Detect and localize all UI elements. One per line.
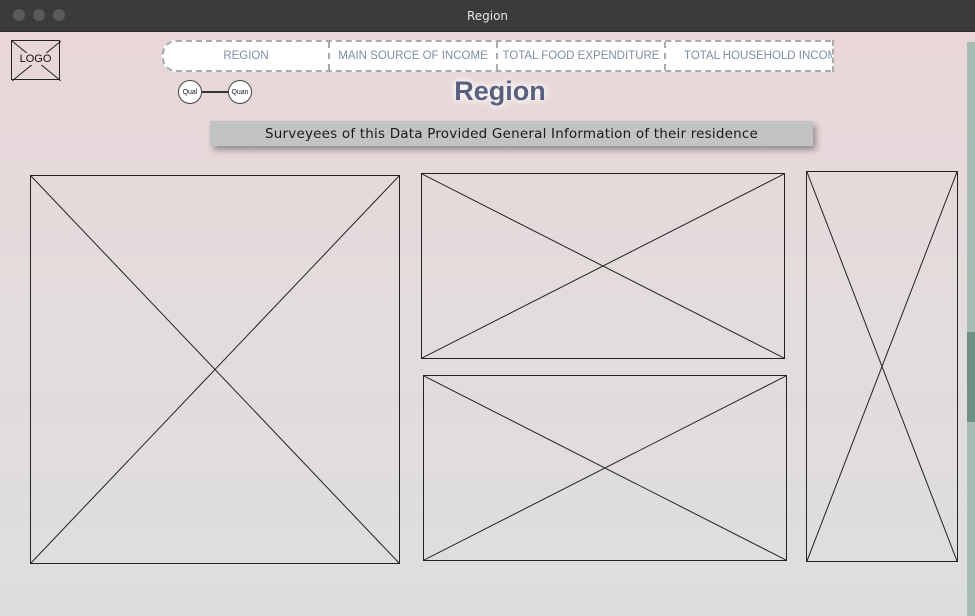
placeholder-cross-icon — [807, 172, 957, 561]
chart-placeholder-right — [806, 171, 958, 562]
qual-toggle-option[interactable]: Qual — [178, 80, 202, 104]
logo-label: LOGO — [18, 53, 53, 65]
page-subtitle-banner: Surveyees of this Data Provided General … — [210, 121, 813, 146]
page-title: Region — [454, 76, 546, 106]
logo-placeholder: LOGO — [11, 40, 61, 81]
window-title: Region — [466, 9, 509, 23]
tab-total-household-income[interactable]: TOTAL HOUSEHOLD INCOME — [666, 42, 832, 70]
window-titlebar: Region — [0, 0, 975, 32]
chart-placeholder-middle-top — [421, 173, 785, 359]
chart-placeholder-middle-bottom — [423, 375, 787, 561]
tab-total-food-expenditure[interactable]: TOTAL FOOD EXPENDITURE — [498, 42, 666, 70]
quan-toggle-option[interactable]: Quan — [228, 80, 252, 104]
tab-main-source-of-income[interactable]: MAIN SOURCE OF INCOME — [330, 42, 498, 70]
dashboard-canvas: LOGO REGION MAIN SOURCE OF INCOME TOTAL … — [0, 32, 975, 616]
placeholder-cross-icon — [422, 174, 784, 358]
placeholder-cross-icon — [424, 376, 786, 560]
toggle-connector — [200, 91, 230, 93]
navigation-tabs: REGION MAIN SOURCE OF INCOME TOTAL FOOD … — [162, 40, 834, 72]
tab-region[interactable]: REGION — [164, 42, 330, 70]
scrollbar-thumb[interactable] — [967, 332, 975, 422]
chart-placeholder-left — [30, 175, 400, 564]
vertical-scrollbar[interactable] — [967, 42, 975, 616]
placeholder-cross-icon — [31, 176, 399, 563]
qual-quan-toggle[interactable]: Qual Quan — [178, 80, 254, 104]
